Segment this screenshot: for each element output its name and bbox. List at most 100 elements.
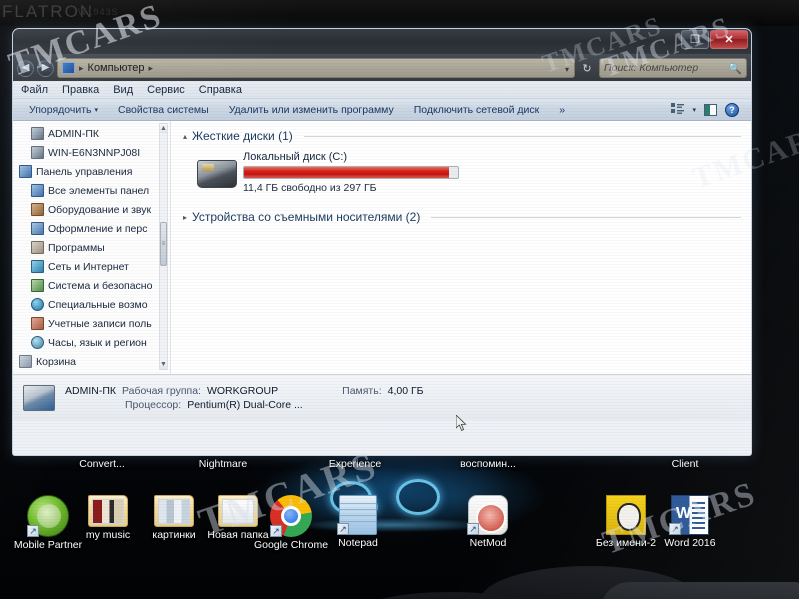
- help-icon[interactable]: ?: [725, 102, 739, 117]
- navigation-scrollbar[interactable]: ▲ ≡ ▼: [159, 123, 168, 370]
- menu-bar: Файл Правка Вид Сервис Справка: [13, 81, 751, 99]
- sidebar-item-system-security[interactable]: Система и безопасно: [13, 276, 170, 295]
- computer-icon: [62, 62, 75, 74]
- refresh-icon[interactable]: ↻: [578, 59, 596, 78]
- scrollbar-thumb[interactable]: ≡: [160, 222, 167, 266]
- map-network-drive-button[interactable]: Подключить сетевой диск: [404, 104, 550, 116]
- chevron-down-icon: ▾: [94, 106, 98, 114]
- collapse-triangle-icon[interactable]: ▸: [183, 213, 187, 222]
- drive-free-space-label: 11,4 ГБ свободно из 297 ГБ: [243, 182, 377, 194]
- shortcut-arrow-icon: ↗: [467, 523, 479, 535]
- sidebar-item-programs[interactable]: Программы: [13, 238, 170, 257]
- back-button[interactable]: ◀: [17, 59, 34, 77]
- desktop-partial-label: воспомин...: [460, 458, 516, 470]
- details-text: ADMIN-ПК Рабочая группа: WORKGROUP Памят…: [65, 384, 424, 412]
- desktop-partial-label: Nightmare: [198, 458, 248, 470]
- system-properties-button[interactable]: Свойства системы: [108, 104, 219, 116]
- address-bar[interactable]: ▸ Компьютер ▸ ▾: [57, 58, 575, 78]
- sidebar-item-accessibility[interactable]: Специальные возмо: [13, 295, 170, 314]
- sidebar-item-user-accounts[interactable]: Учетные записи поль: [13, 314, 170, 333]
- computer-name-value: ADMIN-ПК: [65, 384, 116, 397]
- desktop-icon-label: Notepad: [338, 537, 378, 549]
- scroll-up-icon[interactable]: ▲: [160, 124, 167, 133]
- search-icon: 🔍: [728, 62, 742, 75]
- toolbar-right-group: ▾ ?: [671, 102, 745, 117]
- sidebar-item-label: WIN-E6N3NNPJ08I: [48, 146, 141, 159]
- sidebar-item-label: Оборудование и звук: [48, 203, 152, 216]
- preview-pane-icon[interactable]: [704, 103, 717, 116]
- mouse-cursor: [456, 415, 467, 432]
- security-icon: [31, 279, 44, 292]
- desktop-icon-notepad[interactable]: ↗ Notepad: [310, 495, 406, 549]
- details-row-1: ADMIN-ПК Рабочая группа: WORKGROUP Памят…: [65, 384, 424, 398]
- chevron-down-icon[interactable]: ▾: [565, 65, 569, 74]
- recycle-bin-icon: [19, 355, 32, 368]
- appearance-icon: [31, 222, 44, 235]
- group-title: Жесткие диски (1): [192, 129, 293, 143]
- change-view-icon[interactable]: [671, 103, 685, 116]
- organize-label: Упорядочить: [29, 103, 92, 116]
- sidebar-item-folder-1[interactable]: 1: [13, 371, 170, 374]
- navigation-pane[interactable]: ADMIN-ПК WIN-E6N3NNPJ08I Панель управлен…: [13, 121, 171, 374]
- drive-name-label: Локальный диск (C:): [243, 151, 348, 163]
- sidebar-item-admin-pk[interactable]: ADMIN-ПК: [13, 124, 170, 143]
- desktop-partial-label: Convert...: [79, 458, 125, 470]
- menu-item-file[interactable]: Файл: [21, 84, 48, 96]
- desktop-icon-label: Word 2016: [664, 537, 716, 549]
- folder-pictures-icon: [154, 495, 194, 527]
- sidebar-item-label: ADMIN-ПК: [48, 127, 99, 140]
- monitor-model-label: W1943S: [78, 7, 119, 17]
- drive-item-local-disk-c[interactable]: Локальный диск (C:) 11,4 ГБ свободно из …: [197, 149, 741, 194]
- breadcrumb-item-computer[interactable]: Компьютер: [88, 62, 145, 74]
- menu-item-view[interactable]: Вид: [113, 84, 133, 96]
- monitor-bezel: FLATRON W1943S: [0, 0, 799, 26]
- sidebar-item-all-control-panel-items[interactable]: Все элементы панел: [13, 181, 170, 200]
- sidebar-item-control-panel[interactable]: Панель управления: [13, 162, 170, 181]
- sidebar-item-recycle-bin[interactable]: Корзина: [13, 352, 170, 371]
- shortcut-arrow-icon: ↗: [27, 525, 39, 537]
- scroll-down-icon[interactable]: ▼: [160, 360, 167, 369]
- search-placeholder: Поиск: Компьютер: [604, 62, 699, 74]
- group-header-removable-devices[interactable]: ▸ Устройства со съемными носителями (2): [183, 210, 741, 224]
- group-divider: [431, 216, 741, 218]
- sidebar-item-appearance-personalization[interactable]: Оформление и перс: [13, 219, 170, 238]
- menu-item-edit[interactable]: Правка: [62, 84, 99, 96]
- breadcrumb-separator: ▸: [79, 62, 84, 73]
- sidebar-item-network-internet[interactable]: Сеть и Интернет: [13, 257, 170, 276]
- sidebar-item-label: Программы: [48, 241, 105, 254]
- desktop-icon-word-2016[interactable]: ↗ Word 2016: [642, 495, 738, 549]
- window-titlebar[interactable]: ❐ ✕: [13, 29, 751, 55]
- sidebar-item-label: Все элементы панел: [48, 184, 150, 197]
- workgroup-value: WORKGROUP: [206, 384, 279, 397]
- control-panel-icon: [19, 165, 32, 178]
- breadcrumb-separator[interactable]: ▸: [148, 63, 153, 74]
- details-row-2: Процессор: Pentium(R) Dual-Core ...: [65, 398, 424, 412]
- close-button[interactable]: ✕: [710, 30, 748, 49]
- menu-item-help[interactable]: Справка: [199, 84, 242, 96]
- uninstall-change-program-button[interactable]: Удалить или изменить программу: [219, 104, 404, 116]
- desktop-partial-label: Client: [671, 458, 699, 470]
- sidebar-item-hardware-and-sound[interactable]: Оборудование и звук: [13, 200, 170, 219]
- sidebar-item-clock-language-region[interactable]: Часы, язык и регион: [13, 333, 170, 352]
- forward-button[interactable]: ▶: [37, 59, 54, 77]
- address-bar-row: ◀ ▶ ▸ Компьютер ▸ ▾ ↻ Поиск: Компьютер 🔍: [13, 55, 751, 81]
- expand-triangle-icon[interactable]: ▴: [183, 132, 187, 141]
- menu-item-tools[interactable]: Сервис: [147, 84, 185, 96]
- chevron-down-icon[interactable]: ▾: [692, 106, 696, 114]
- sidebar-item-label: Часы, язык и регион: [48, 336, 147, 349]
- hardware-icon: [31, 203, 44, 216]
- search-input[interactable]: Поиск: Компьютер 🔍: [599, 58, 747, 78]
- toolbar-overflow-button[interactable]: »: [549, 104, 575, 116]
- window-body: ADMIN-ПК WIN-E6N3NNPJ08I Панель управлен…: [13, 121, 751, 374]
- drive-capacity-fill: [244, 167, 450, 178]
- content-pane[interactable]: ▴ Жесткие диски (1) Локальный диск (C:) …: [171, 121, 751, 374]
- desktop-icon-netmod[interactable]: ↗ NetMod: [440, 495, 536, 549]
- explorer-window[interactable]: ❐ ✕ ◀ ▶ ▸ Компьютер ▸ ▾ ↻ Поиск: Компьют…: [12, 28, 752, 456]
- folder-music-icon: [88, 495, 128, 527]
- accessibility-icon: [31, 298, 44, 311]
- maximize-button[interactable]: ❐: [681, 30, 709, 49]
- processor-value: Pentium(R) Dual-Core ...: [187, 398, 303, 411]
- organize-button[interactable]: Упорядочить ▾: [19, 104, 108, 116]
- sidebar-item-win-e6n3nnpj08i[interactable]: WIN-E6N3NNPJ08I: [13, 143, 170, 162]
- group-header-hard-disks[interactable]: ▴ Жесткие диски (1): [183, 129, 741, 143]
